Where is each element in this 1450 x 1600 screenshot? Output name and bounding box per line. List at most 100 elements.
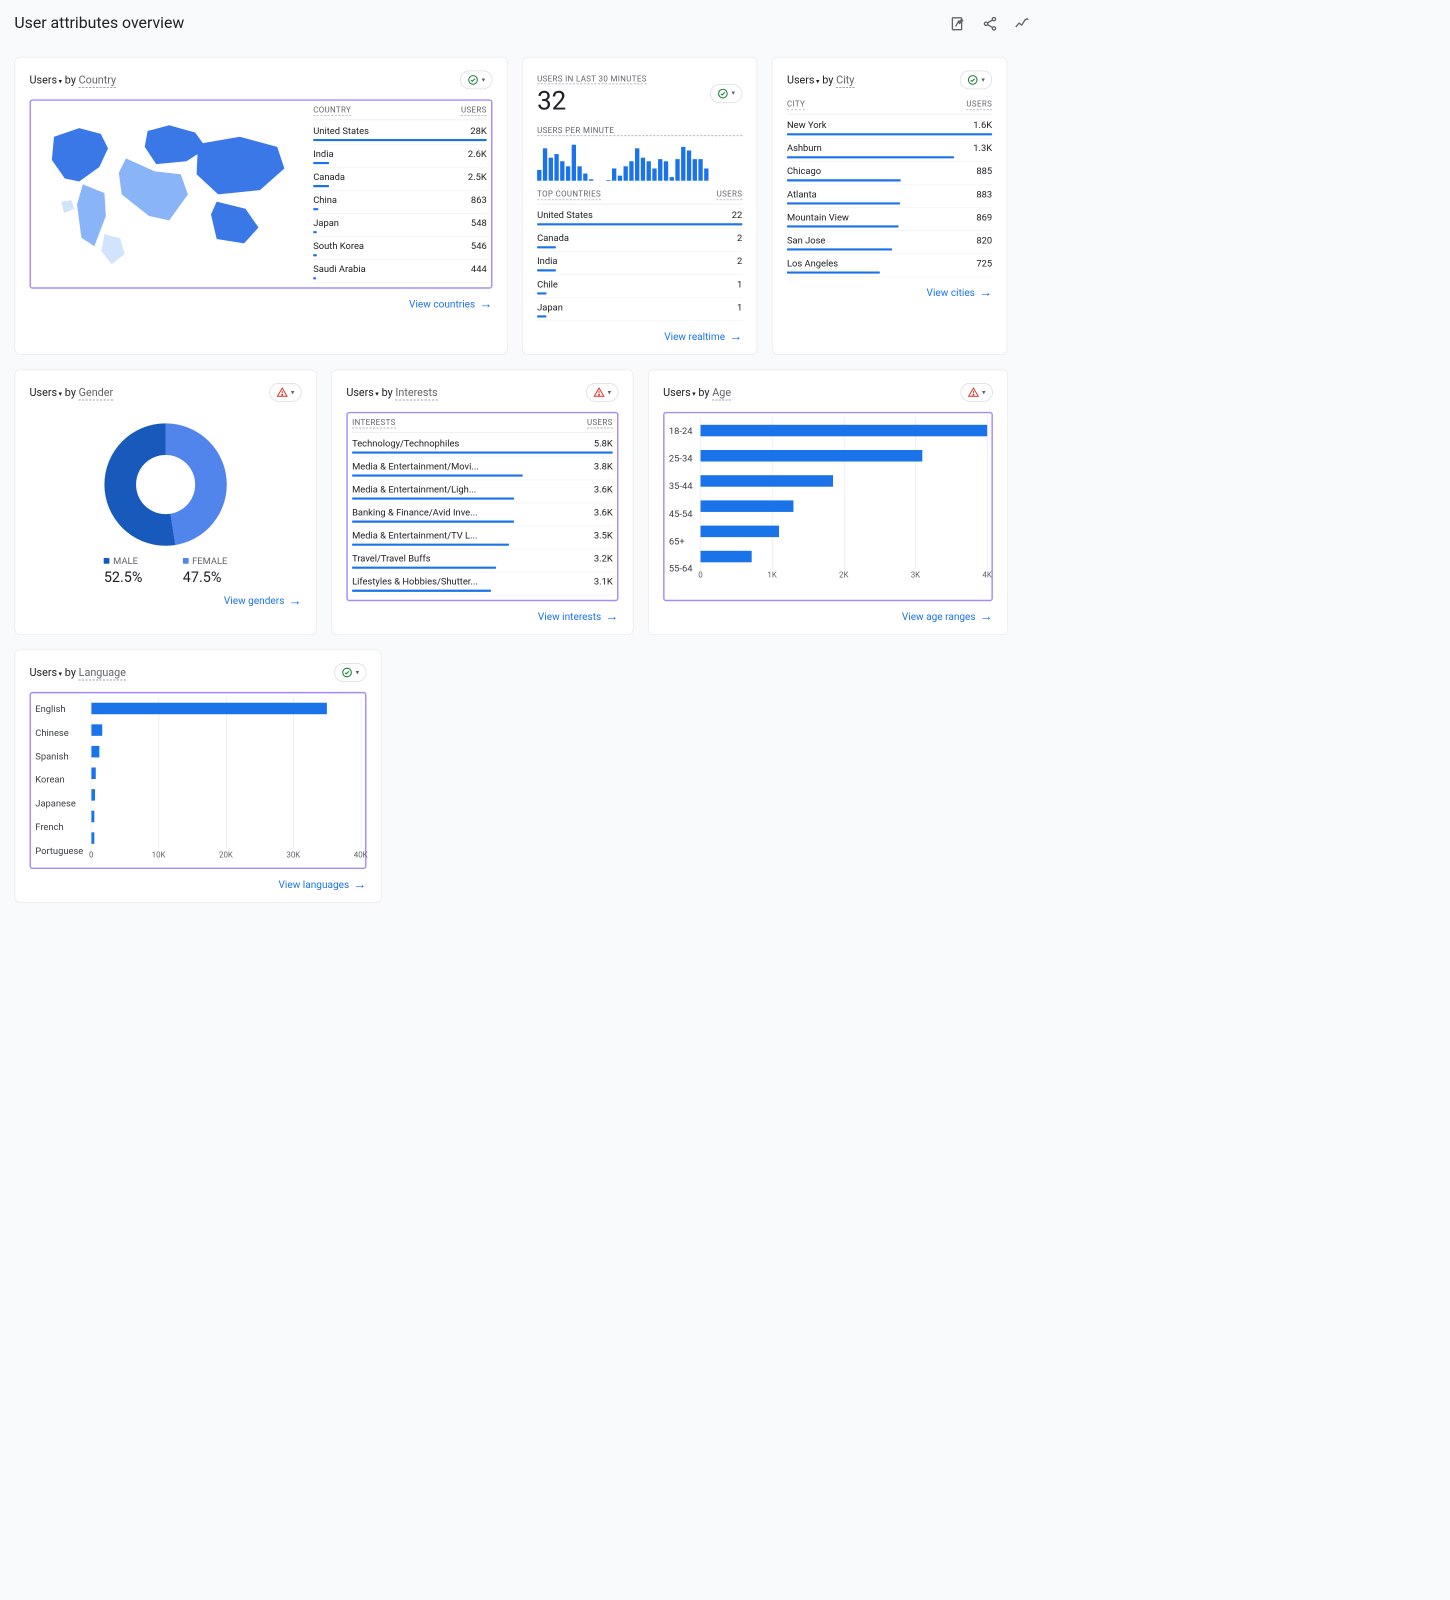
table-row[interactable]: Saudi Arabia444 bbox=[313, 260, 487, 283]
row-label: India bbox=[537, 256, 566, 267]
axis-tick: 10K bbox=[152, 850, 166, 859]
table-row[interactable]: Japan1 bbox=[537, 298, 742, 321]
chart-bar bbox=[700, 500, 793, 512]
view-interests-link[interactable]: View interests→ bbox=[346, 611, 618, 623]
table-row[interactable]: United States 28K bbox=[313, 122, 487, 145]
table-row[interactable]: India2 bbox=[537, 252, 742, 275]
view-languages-link[interactable]: View languages→ bbox=[30, 879, 367, 891]
table-row[interactable]: Atlanta883 bbox=[787, 185, 992, 208]
row-value: 1.6K bbox=[973, 120, 992, 131]
table-row[interactable]: India2.6K bbox=[313, 145, 487, 168]
arrow-right-icon: → bbox=[729, 332, 742, 342]
axis-tick: 30K bbox=[286, 850, 300, 859]
col-top-countries: TOP COUNTRIES bbox=[537, 189, 601, 200]
table-row[interactable]: Los Angeles725 bbox=[787, 254, 992, 277]
table-row[interactable]: Technology/Technophiles5.8K bbox=[352, 434, 613, 457]
table-row[interactable]: Mountain View869 bbox=[787, 208, 992, 231]
view-realtime-link[interactable]: View realtime→ bbox=[537, 331, 742, 343]
quality-indicator[interactable]: ▾ bbox=[960, 71, 992, 90]
arrow-right-icon: → bbox=[606, 612, 619, 622]
card-language-title[interactable]: Users by Language bbox=[30, 666, 126, 679]
quality-indicator[interactable]: ▾ bbox=[460, 71, 492, 90]
insights-icon[interactable] bbox=[1014, 15, 1030, 31]
quality-indicator[interactable]: ▾ bbox=[710, 84, 742, 103]
bar-label: French bbox=[35, 822, 83, 833]
table-row[interactable]: San Jose820 bbox=[787, 231, 992, 254]
row-value: 3.6K bbox=[594, 485, 613, 496]
table-row[interactable]: United States22 bbox=[537, 206, 742, 229]
row-bar bbox=[352, 567, 496, 569]
card-gender-title[interactable]: Users by Gender bbox=[30, 386, 114, 399]
bar-label: 45-54 bbox=[669, 509, 693, 520]
axis-tick: 20K bbox=[219, 850, 233, 859]
card-city-title[interactable]: Users by City bbox=[787, 73, 854, 86]
row-label: Lifestyles & Hobbies/Shutter... bbox=[352, 577, 486, 588]
chart-bar bbox=[91, 789, 95, 801]
bar-label: Korean bbox=[35, 775, 83, 786]
view-cities-link[interactable]: View cities→ bbox=[787, 287, 992, 299]
warning-icon bbox=[968, 387, 980, 399]
row-bar bbox=[313, 139, 487, 141]
row-bar bbox=[313, 162, 329, 164]
row-value: 2.5K bbox=[468, 172, 487, 183]
card-interests-title[interactable]: Users by Interests bbox=[346, 386, 437, 399]
chart-bar bbox=[91, 811, 94, 823]
per-minute-label: USERS PER MINUTE bbox=[537, 126, 742, 136]
table-row[interactable]: Chile1 bbox=[537, 275, 742, 298]
table-row[interactable]: China863 bbox=[313, 191, 487, 214]
quality-indicator[interactable]: ▾ bbox=[269, 383, 301, 402]
row-label: United States bbox=[313, 126, 377, 137]
quality-indicator[interactable]: ▾ bbox=[586, 383, 618, 402]
quality-indicator[interactable]: ▾ bbox=[960, 383, 992, 402]
table-row[interactable]: Banking & Finance/Avid Inve...3.6K bbox=[352, 503, 613, 526]
donut-chart bbox=[104, 423, 226, 545]
row-value: 3.1K bbox=[594, 577, 613, 588]
row-label: Travel/Travel Buffs bbox=[352, 554, 439, 565]
bar-label: 18-24 bbox=[669, 426, 693, 437]
header-actions bbox=[950, 15, 1029, 31]
row-value: 3.5K bbox=[594, 531, 613, 542]
table-row[interactable]: Canada2.5K bbox=[313, 168, 487, 191]
quality-indicator[interactable]: ▾ bbox=[334, 663, 366, 682]
row-value: 2 bbox=[737, 233, 742, 244]
check-icon bbox=[717, 87, 729, 99]
check-icon bbox=[341, 667, 353, 679]
card-country-title[interactable]: Users by Country bbox=[30, 73, 117, 86]
users-per-minute-spark bbox=[537, 145, 742, 181]
table-row[interactable]: Media & Entertainment/Ligh...3.6K bbox=[352, 480, 613, 503]
row-bar bbox=[313, 277, 316, 279]
card-age-title[interactable]: Users by Age bbox=[663, 386, 731, 399]
customize-report-icon[interactable] bbox=[950, 15, 966, 31]
table-row[interactable]: Japan548 bbox=[313, 214, 487, 237]
table-row[interactable]: Lifestyles & Hobbies/Shutter... 3.1K bbox=[352, 572, 613, 595]
row-label: Media & Entertainment/Movi... bbox=[352, 462, 487, 473]
bar-label: Japanese bbox=[35, 799, 83, 810]
view-ages-link[interactable]: View age ranges→ bbox=[663, 611, 993, 623]
row-bar bbox=[787, 133, 992, 135]
row-label: New York bbox=[787, 120, 835, 131]
row-value: 28K bbox=[470, 126, 486, 137]
table-row[interactable]: Media & Entertainment/Movi... 3.8K bbox=[352, 457, 613, 480]
row-label: Atlanta bbox=[787, 189, 825, 200]
row-value: 546 bbox=[471, 241, 487, 252]
table-row[interactable]: Canada 2 bbox=[537, 229, 742, 252]
bar-label: Portuguese bbox=[35, 846, 83, 857]
row-bar bbox=[537, 315, 546, 317]
gender-donut: MALE 52.5% FEMALE 47.5% bbox=[30, 412, 302, 586]
table-row[interactable]: Travel/Travel Buffs3.2K bbox=[352, 549, 613, 572]
view-genders-link[interactable]: View genders→ bbox=[30, 595, 302, 607]
row-label: Canada bbox=[537, 233, 577, 244]
realtime-heading: USERS IN LAST 30 MINUTES 32 bbox=[537, 71, 647, 116]
table-row[interactable]: Chicago885 bbox=[787, 162, 992, 185]
share-icon[interactable] bbox=[982, 15, 998, 31]
table-row[interactable]: New York 1.6K bbox=[787, 116, 992, 139]
row-value: 3.8K bbox=[594, 462, 613, 473]
row-label: United States bbox=[537, 210, 601, 221]
view-countries-link[interactable]: View countries→ bbox=[30, 299, 493, 311]
table-row[interactable]: South Korea546 bbox=[313, 237, 487, 260]
world-map[interactable] bbox=[35, 105, 303, 283]
row-value: 885 bbox=[976, 166, 992, 177]
table-row[interactable]: Media & Entertainment/TV L...3.5K bbox=[352, 526, 613, 549]
table-row[interactable]: Ashburn1.3K bbox=[787, 139, 992, 162]
col-city: CITY bbox=[787, 99, 805, 110]
